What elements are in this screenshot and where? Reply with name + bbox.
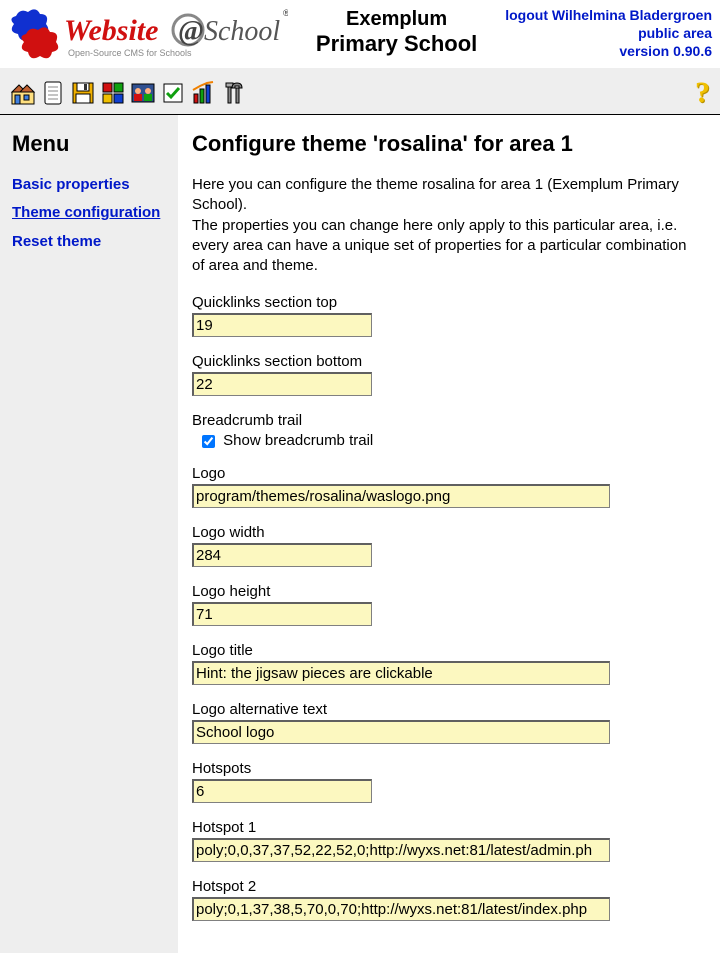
- logo-title-input[interactable]: [192, 661, 610, 685]
- hotspot1-label: Hotspot 1: [192, 819, 702, 836]
- settings-icon[interactable]: [160, 80, 186, 106]
- toolbar: ?: [0, 68, 720, 115]
- header-links: logout Wilhelmina Bladergroen public are…: [505, 4, 712, 61]
- logo-width-label: Logo width: [192, 524, 702, 541]
- title-line2: Primary School: [288, 31, 505, 57]
- quicklinks-bottom-input[interactable]: [192, 372, 372, 396]
- header: Website @ School Open-Source CMS for Sch…: [0, 0, 720, 68]
- help-icon[interactable]: ?: [695, 76, 710, 110]
- intro-text: Here you can configure the theme rosalin…: [192, 175, 702, 276]
- stats-icon[interactable]: [190, 80, 216, 106]
- logo-alt-label: Logo alternative text: [192, 701, 702, 718]
- users-icon[interactable]: [130, 80, 156, 106]
- sidebar-title: Menu: [12, 131, 166, 157]
- tools-icon[interactable]: [220, 80, 246, 106]
- logo-label: Logo: [192, 465, 702, 482]
- svg-text:Open-Source CMS for Schools: Open-Source CMS for Schools: [68, 48, 192, 58]
- title-line1: Exemplum: [288, 8, 505, 31]
- breadcrumb-checkbox[interactable]: [202, 435, 215, 448]
- page-heading: Configure theme 'rosalina' for area 1: [192, 131, 702, 157]
- sidebar-item-basic[interactable]: Basic properties: [12, 175, 166, 195]
- logo-title-label: Logo title: [192, 642, 702, 659]
- breadcrumb-label: Breadcrumb trail: [192, 412, 702, 429]
- hotspot1-input[interactable]: [192, 838, 610, 862]
- logo-height-label: Logo height: [192, 583, 702, 600]
- logout-link[interactable]: logout Wilhelmina Bladergroen: [505, 7, 712, 23]
- quicklinks-bottom-label: Quicklinks section bottom: [192, 353, 702, 370]
- document-icon[interactable]: [40, 80, 66, 106]
- hotspots-input[interactable]: [192, 779, 372, 803]
- logo[interactable]: Website @ School Open-Source CMS for Sch…: [8, 4, 288, 62]
- sidebar-item-reset[interactable]: Reset theme: [12, 232, 166, 252]
- svg-text:@: @: [178, 16, 204, 47]
- content: Configure theme 'rosalina' for area 1 He…: [178, 115, 720, 953]
- sidebar-item-theme-config[interactable]: Theme configuration: [12, 203, 166, 223]
- public-area-link[interactable]: public area: [638, 25, 712, 41]
- save-icon[interactable]: [70, 80, 96, 106]
- quicklinks-top-input[interactable]: [192, 313, 372, 337]
- logo-height-input[interactable]: [192, 602, 372, 626]
- svg-text:Website: Website: [64, 14, 158, 47]
- hotspots-label: Hotspots: [192, 760, 702, 777]
- site-title: Exemplum Primary School: [288, 4, 505, 57]
- sidebar: Menu Basic properties Theme configuratio…: [0, 115, 178, 953]
- hotspot2-label: Hotspot 2: [192, 878, 702, 895]
- version-link[interactable]: version 0.90.6: [619, 43, 712, 59]
- logo-input[interactable]: [192, 484, 610, 508]
- modules-icon[interactable]: [100, 80, 126, 106]
- svg-text:School: School: [204, 16, 280, 47]
- hotspot2-input[interactable]: [192, 897, 610, 921]
- home-icon[interactable]: [10, 80, 36, 106]
- logo-alt-input[interactable]: [192, 720, 610, 744]
- logo-width-input[interactable]: [192, 543, 372, 567]
- quicklinks-top-label: Quicklinks section top: [192, 294, 702, 311]
- breadcrumb-checkbox-label: Show breadcrumb trail: [223, 432, 373, 449]
